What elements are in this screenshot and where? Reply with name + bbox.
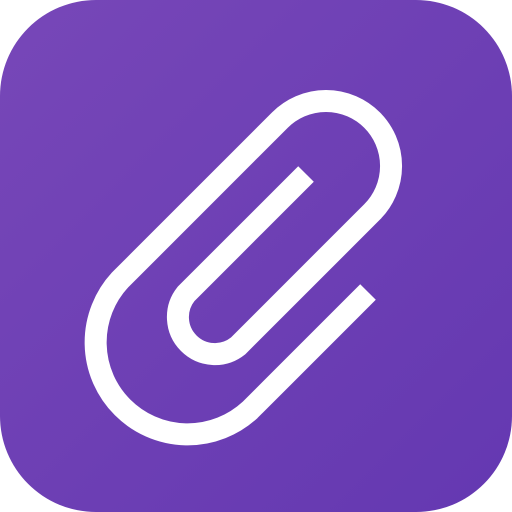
app-icon-graphic — [0, 0, 512, 512]
app-icon[interactable] — [0, 0, 512, 512]
icon-background — [0, 0, 512, 512]
